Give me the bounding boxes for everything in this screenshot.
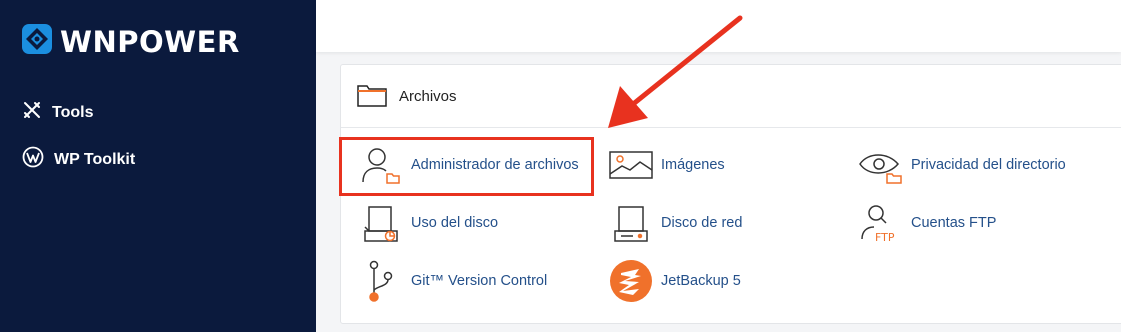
images-link[interactable]: Imágenes	[607, 145, 725, 185]
brand-name: WNPOWER	[60, 24, 240, 59]
item-label: Administrador de archivos	[411, 157, 579, 173]
ftp-badge: FTP	[875, 231, 895, 243]
item-label: Uso del disco	[411, 215, 499, 231]
sidebar-item-label: WP Toolkit	[54, 150, 136, 168]
ftp-accounts-icon: FTP	[857, 203, 905, 243]
item-label: Cuentas FTP	[911, 215, 997, 231]
item-label: Imágenes	[661, 157, 725, 173]
git-icon	[357, 260, 405, 302]
directory-privacy-link[interactable]: Privacidad del directorio	[857, 145, 1066, 185]
sidebar-item-wp-toolkit[interactable]: WP Toolkit	[22, 146, 135, 173]
jetbackup-icon	[607, 260, 655, 302]
git-version-control-link[interactable]: Git™ Version Control	[357, 260, 548, 302]
wordpress-icon	[22, 146, 44, 173]
folder-icon	[357, 83, 387, 112]
network-disk-link[interactable]: Disco de red	[607, 203, 742, 243]
sidebar-item-label: Tools	[52, 103, 94, 121]
item-label: Disco de red	[661, 215, 743, 231]
wnpower-logo-icon	[20, 22, 54, 61]
top-bar	[316, 0, 1121, 52]
item-label: Privacidad del directorio	[911, 157, 1066, 173]
item-label: JetBackup 5	[661, 273, 741, 289]
file-manager-icon	[357, 145, 405, 185]
brand[interactable]: WNPOWER	[20, 22, 240, 61]
disk-usage-link[interactable]: Uso del disco	[357, 203, 498, 243]
file-manager-link[interactable]: Administrador de archivos	[357, 145, 579, 185]
sidebar: WNPOWER Tools WP Toolkit	[0, 0, 316, 332]
tools-icon	[22, 100, 42, 125]
item-label: Git™ Version Control	[411, 273, 548, 289]
network-disk-icon	[607, 203, 655, 243]
directory-privacy-icon	[857, 145, 905, 185]
sidebar-item-tools[interactable]: Tools	[22, 100, 93, 125]
disk-usage-icon	[357, 203, 405, 243]
jetbackup-link[interactable]: JetBackup 5	[607, 260, 741, 302]
section-title: Archivos	[399, 88, 457, 105]
ftp-accounts-link[interactable]: FTP Cuentas FTP	[857, 203, 996, 243]
panel-header[interactable]: Archivos	[341, 65, 1121, 128]
images-icon	[607, 145, 655, 185]
